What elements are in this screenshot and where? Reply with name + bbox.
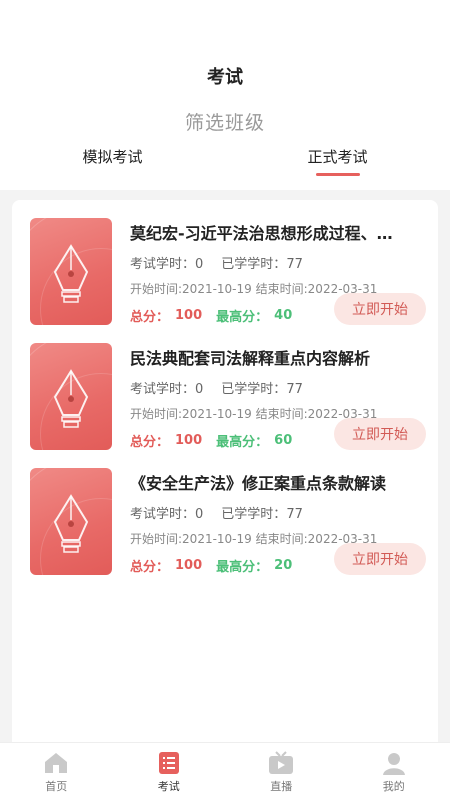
end-time-label: 结束时间: <box>255 282 308 296</box>
tabbar-label: 首页 <box>45 779 68 793</box>
exam-cover-image <box>30 468 112 575</box>
exam-hours-label: 考试学时： <box>130 507 196 522</box>
tab-mock-exam[interactable]: 模拟考试 <box>0 140 225 182</box>
tabbar-label: 我的 <box>382 779 405 793</box>
class-filter[interactable]: 筛选班级 <box>0 103 450 140</box>
studied-hours-label: 已学学时： <box>221 257 287 272</box>
page-header: 考试 <box>0 0 450 103</box>
total-score-value: 100 <box>175 433 203 448</box>
exam-info: 民法典配套司法解释重点内容解析 考试学时：0 已学学时：77 开始时间:2021-… <box>130 343 426 468</box>
start-time-label: 开始时间: <box>130 532 183 546</box>
page-title: 考试 <box>207 67 243 88</box>
tabbar-item-live[interactable]: 直播 <box>225 743 338 800</box>
exam-title: 《安全生产法》修正案重点条款解读 <box>130 474 387 493</box>
exam-title: 莫纪宏-习近平法治思想形成过程、… <box>130 224 393 243</box>
exam-hours-label: 考试学时： <box>130 382 196 397</box>
start-time-label: 开始时间: <box>130 282 183 296</box>
studied-hours-label: 已学学时： <box>221 507 287 522</box>
total-score-label: 总分： <box>130 435 170 450</box>
studied-hours-value: 77 <box>286 507 303 522</box>
tab-mock-exam-label[interactable]: 模拟考试 <box>82 146 142 167</box>
pen-nib-icon <box>53 244 89 303</box>
home-icon <box>43 750 69 776</box>
start-time-value: 2021-10-19 <box>182 532 252 546</box>
exam-list-icon <box>156 750 182 776</box>
total-score-value: 100 <box>175 558 203 573</box>
class-filter-label[interactable]: 筛选班级 <box>185 108 265 135</box>
tv-icon <box>268 750 294 776</box>
start-exam-button[interactable]: 立即开始 <box>334 293 426 325</box>
tab-formal-exam-label[interactable]: 正式考试 <box>307 146 367 167</box>
exam-card[interactable]: 莫纪宏-习近平法治思想形成过程、… 考试学时：0 已学学时：77 开始时间:202… <box>30 218 426 343</box>
exam-hours-row: 考试学时：0 已学学时：77 <box>130 378 426 397</box>
exam-hours-label: 考试学时： <box>130 257 196 272</box>
start-time-label: 开始时间: <box>130 407 183 421</box>
total-score-label: 总分： <box>130 310 170 325</box>
best-score-value: 20 <box>274 558 293 573</box>
tabbar-label: 直播 <box>270 779 293 793</box>
best-score-value: 60 <box>274 433 293 448</box>
tabbar-item-exam[interactable]: 考试 <box>113 743 226 800</box>
exam-list: 莫纪宏-习近平法治思想形成过程、… 考试学时：0 已学学时：77 开始时间:202… <box>12 200 438 790</box>
end-time-label: 结束时间: <box>255 407 308 421</box>
start-exam-button[interactable]: 立即开始 <box>334 418 426 450</box>
bottom-tab-bar: 首页 考试 直播 我的 <box>0 742 450 800</box>
exam-tabs: 模拟考试 正式考试 <box>0 140 450 182</box>
exam-card[interactable]: 民法典配套司法解释重点内容解析 考试学时：0 已学学时：77 开始时间:2021-… <box>30 343 426 468</box>
exam-hours-row: 考试学时：0 已学学时：77 <box>130 503 426 522</box>
exam-hours-value: 0 <box>195 382 204 397</box>
tabbar-item-home[interactable]: 首页 <box>0 743 113 800</box>
exam-info: 莫纪宏-习近平法治思想形成过程、… 考试学时：0 已学学时：77 开始时间:202… <box>130 218 426 343</box>
end-time-label: 结束时间: <box>255 532 308 546</box>
total-score-label: 总分： <box>130 560 170 575</box>
studied-hours-value: 77 <box>286 382 303 397</box>
exam-cover-image <box>30 218 112 325</box>
total-score-value: 100 <box>175 308 203 323</box>
exam-hours-row: 考试学时：0 已学学时：77 <box>130 253 426 272</box>
pen-nib-icon <box>53 494 89 553</box>
tabbar-item-mine[interactable]: 我的 <box>338 743 450 800</box>
exam-title: 民法典配套司法解释重点内容解析 <box>130 349 371 368</box>
start-exam-button[interactable]: 立即开始 <box>334 543 426 575</box>
studied-hours-value: 77 <box>286 257 303 272</box>
best-score-value: 40 <box>274 308 293 323</box>
best-score-label: 最高分： <box>216 435 269 450</box>
tabbar-label: 考试 <box>157 779 180 793</box>
exam-hours-value: 0 <box>195 257 204 272</box>
start-time-value: 2021-10-19 <box>182 282 252 296</box>
exam-cover-image <box>30 343 112 450</box>
tab-formal-exam[interactable]: 正式考试 <box>225 140 450 182</box>
exam-card[interactable]: 《安全生产法》修正案重点条款解读 考试学时：0 已学学时：77 开始时间:2021… <box>30 468 426 593</box>
user-icon <box>381 750 407 776</box>
start-time-value: 2021-10-19 <box>182 407 252 421</box>
exam-info: 《安全生产法》修正案重点条款解读 考试学时：0 已学学时：77 开始时间:2021… <box>130 468 426 593</box>
exam-hours-value: 0 <box>195 507 204 522</box>
tab-underline <box>315 173 360 176</box>
pen-nib-icon <box>53 369 89 428</box>
best-score-label: 最高分： <box>216 560 269 575</box>
content-area: 莫纪宏-习近平法治思想形成过程、… 考试学时：0 已学学时：77 开始时间:202… <box>0 190 450 790</box>
studied-hours-label: 已学学时： <box>221 382 287 397</box>
best-score-label: 最高分： <box>216 310 269 325</box>
